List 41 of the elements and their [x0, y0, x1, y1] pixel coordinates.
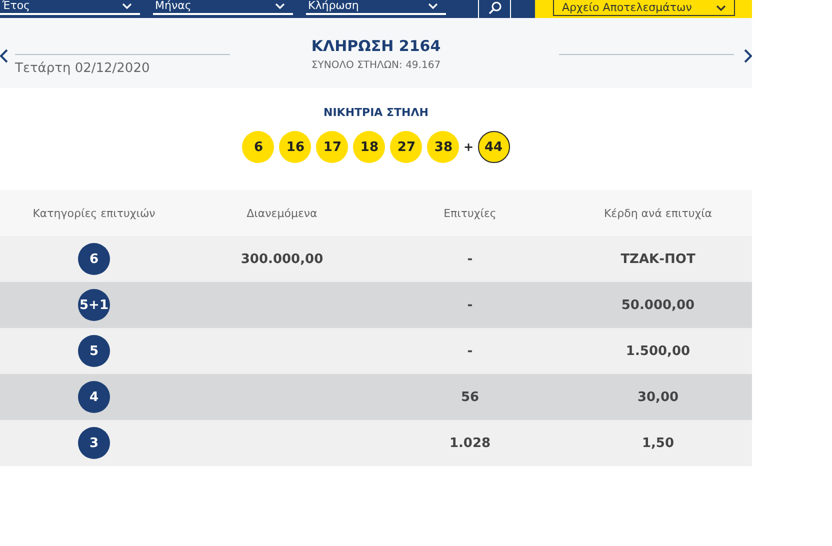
- category-badge: 5+1: [78, 289, 110, 321]
- number-ball: 18: [353, 131, 386, 163]
- column-header: Κατηγορίες επιτυχιών: [32, 206, 156, 220]
- bonus-ball: 44: [478, 131, 510, 163]
- filter-dropdown[interactable]: Μήνας: [153, 1, 293, 15]
- column-header: Κέρδη ανά επιτυχία: [602, 206, 714, 220]
- draw-date: Τετάρτη 02/12/2020: [15, 61, 151, 76]
- number-ball: 6: [242, 131, 274, 163]
- filter-dropdown[interactable]: Κλήρωση: [306, 1, 446, 15]
- category-badge: 3: [78, 427, 110, 459]
- number-ball: 16: [279, 131, 312, 163]
- table-cell: 56: [460, 390, 480, 404]
- plus-sign: +: [463, 140, 474, 154]
- table-cell: 1.028: [449, 436, 491, 450]
- number-ball: 27: [390, 131, 422, 163]
- category-badge: 6: [78, 243, 110, 275]
- category-badge: 4: [78, 381, 110, 413]
- number-ball: 17: [316, 131, 348, 163]
- table-cell: 50.000,00: [621, 298, 695, 312]
- table-cell: -: [467, 252, 473, 266]
- filter-dropdown[interactable]: Έτος: [0, 1, 140, 15]
- table-cell: 30,00: [637, 390, 679, 404]
- number-ball: 38: [427, 131, 460, 163]
- table-cell: -: [467, 344, 473, 358]
- caret-icon: [122, 3, 132, 9]
- draw-title: ΚΛΗΡΩΣΗ 2164: [311, 37, 441, 55]
- winning-title: ΝΙΚΗΤΡΙΑ ΣΤΗΛΗ: [324, 106, 428, 119]
- caret-icon: [275, 3, 285, 9]
- category-badge: 5: [78, 335, 110, 367]
- table-cell: ΤΖΑΚ-ΠΟΤ: [620, 252, 696, 266]
- table-cell: 300.000,00: [240, 252, 324, 266]
- table-cell: -: [467, 298, 473, 312]
- column-header: Διανεμόμενα: [246, 206, 318, 220]
- table-cell: 1.500,00: [626, 344, 690, 358]
- caret-icon: [716, 5, 726, 11]
- caret-icon: [428, 3, 438, 9]
- column-header: Επιτυχίες: [442, 206, 498, 220]
- total-columns: ΣΥΝΟΛΟ ΣΤΗΛΩΝ: 49.167: [311, 60, 441, 71]
- search-icon: [488, 1, 502, 15]
- archive-dropdown[interactable]: Αρχείο Αποτελεσμάτων: [553, 0, 735, 16]
- table-cell: 1,50: [642, 436, 674, 450]
